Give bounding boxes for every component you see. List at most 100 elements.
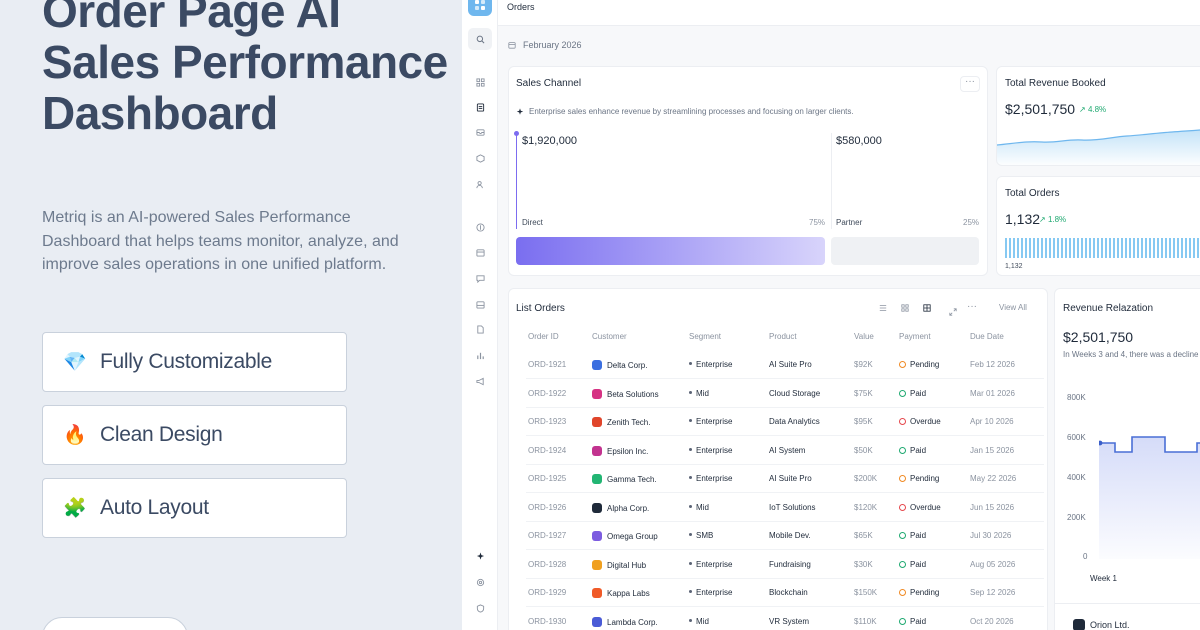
customer-cell: Kappa Labs <box>592 588 650 598</box>
table-row[interactable]: ORD-1924 Epsilon Inc. Enterprise AI System $… <box>526 437 1044 465</box>
inbox-icon[interactable] <box>474 126 486 138</box>
y-tick-label: 0 <box>1083 552 1088 561</box>
order-bar-tick <box>1153 238 1155 258</box>
realization-step-chart <box>1099 436 1200 559</box>
sparkle-icon <box>516 107 524 115</box>
order-value: $150K <box>854 588 878 597</box>
order-bar-tick <box>1009 238 1011 258</box>
more-icon[interactable]: ··· <box>967 301 977 312</box>
more-icon[interactable]: ··· <box>960 76 980 92</box>
due-date: Apr 10 2026 <box>970 417 1014 426</box>
order-bar-tick <box>1165 238 1167 258</box>
product-name: Cloud Storage <box>769 388 821 398</box>
orders-value: 1,132 <box>1005 211 1041 227</box>
table-row[interactable]: ORD-1923 Zenith Tech. Enterprise Data Analy… <box>526 408 1044 436</box>
order-bar-tick <box>1013 238 1015 258</box>
segment-cell: Enterprise <box>689 446 732 455</box>
table-row[interactable]: ORD-1926 Alpha Corp. Mid IoT Solutions $120K… <box>526 494 1044 522</box>
app-logo-icon[interactable] <box>468 0 492 16</box>
column-header[interactable]: Segment <box>689 332 721 341</box>
client-logo-icon <box>1073 619 1085 630</box>
column-header[interactable]: Value <box>854 332 874 341</box>
segment-cell: Enterprise <box>689 474 732 483</box>
orders-icon[interactable] <box>474 101 486 113</box>
payment-status: Paid <box>899 617 926 626</box>
column-header[interactable]: Due Date <box>970 332 1004 341</box>
view-all-link[interactable]: View All <box>999 303 1027 312</box>
sparkle-icon[interactable] <box>474 550 486 562</box>
dot-icon <box>689 476 692 479</box>
order-bar-tick <box>1133 238 1135 258</box>
due-date: Mar 01 2026 <box>970 388 1015 398</box>
revenue-realization-card: Revenue Relazation $2,501,750 In Weeks 3… <box>1054 288 1200 630</box>
megaphone-icon[interactable] <box>474 375 486 387</box>
list-view-icon[interactable] <box>876 301 890 315</box>
table-row[interactable]: ORD-1928 Digital Hub Enterprise Fundraising… <box>526 551 1044 579</box>
partner-marker-line <box>831 133 832 229</box>
table-row[interactable]: ORD-1930 Lambda Corp. Mid VR System $110K Pai… <box>526 608 1044 630</box>
bar-chart-icon[interactable] <box>474 349 486 361</box>
y-tick-label: 200K <box>1067 513 1086 522</box>
calendar-icon <box>508 42 516 49</box>
order-bar-tick <box>1189 238 1191 258</box>
column-header[interactable]: Payment <box>899 332 931 341</box>
column-header[interactable]: Order ID <box>528 332 559 341</box>
calendar-icon[interactable] <box>474 246 486 258</box>
table-row[interactable]: ORD-1921 Delta Corp. Enterprise AI Suite Pr… <box>526 351 1044 379</box>
y-tick-label: 400K <box>1067 473 1086 482</box>
column-header[interactable]: Customer <box>592 332 627 341</box>
settings-icon[interactable] <box>474 576 486 588</box>
segment-name: SMB <box>696 531 714 540</box>
table-row[interactable]: ORD-1927 Omega Group SMB Mobile Dev. $65K Pai… <box>526 522 1044 550</box>
customer-logo-icon <box>592 474 602 484</box>
feature-label: Clean Design <box>100 423 223 446</box>
customer-logo-icon <box>592 445 602 456</box>
dollar-icon[interactable] <box>474 221 486 233</box>
customer-cell: Epsilon Inc. <box>592 445 648 456</box>
table-view-icon[interactable] <box>920 301 934 315</box>
grid-view-icon[interactable] <box>898 301 912 315</box>
archive-icon[interactable] <box>474 298 486 310</box>
document-icon[interactable] <box>474 323 486 335</box>
payment-label: Pending <box>910 360 940 369</box>
status-icon <box>899 560 906 568</box>
customer-name: Omega Group <box>607 532 658 541</box>
shield-icon[interactable] <box>474 602 486 614</box>
column-header[interactable]: Product <box>769 332 797 341</box>
dashboard-app: Orders February 2026 Sales Channel ··· E… <box>462 0 1200 630</box>
grid-icon[interactable] <box>474 76 486 88</box>
order-bar-tick <box>1125 238 1127 258</box>
due-date: Jan 15 2026 <box>970 445 1015 455</box>
order-bar-tick <box>1101 238 1103 258</box>
customer-cell: Digital Hub <box>592 559 647 570</box>
chat-icon[interactable] <box>474 272 486 284</box>
direct-value: $1,920,000 <box>522 135 578 147</box>
order-id: ORD-1929 <box>528 588 567 597</box>
table-row[interactable]: ORD-1929 Kappa Labs Enterprise Blockchain $1… <box>526 579 1044 607</box>
users-icon[interactable] <box>474 178 486 190</box>
order-id: ORD-1925 <box>528 474 567 483</box>
table-row[interactable]: ORD-1922 Beta Solutions Mid Cloud Storage $7… <box>526 380 1044 408</box>
order-id: ORD-1924 <box>528 445 567 455</box>
order-bar-tick <box>1021 238 1023 258</box>
expand-icon[interactable] <box>949 303 957 321</box>
payment-label: Paid <box>910 445 927 455</box>
customer-name: Alpha Corp. <box>607 503 650 513</box>
cta-button[interactable] <box>42 617 188 630</box>
order-bar-tick <box>1109 238 1111 258</box>
insight-text: Enterprise sales enhance revenue by stre… <box>529 107 854 116</box>
client-name: Orion Ltd. <box>1090 620 1130 630</box>
payment-status: Paid <box>899 560 926 569</box>
table-row[interactable]: ORD-1925 Gamma Tech. Enterprise AI Suite Pr… <box>526 465 1044 493</box>
date-filter[interactable]: February 2026 <box>508 40 582 50</box>
customer-name: Digital Hub <box>607 560 647 570</box>
order-bar-tick <box>1017 238 1019 258</box>
segment-name: Enterprise <box>696 559 733 569</box>
order-bar-tick <box>1173 238 1175 258</box>
direct-marker-dot <box>514 131 519 136</box>
search-icon[interactable] <box>468 28 492 50</box>
payment-label: Paid <box>910 559 927 569</box>
status-icon <box>899 475 906 482</box>
status-icon <box>899 532 906 539</box>
box-icon[interactable] <box>474 152 486 164</box>
